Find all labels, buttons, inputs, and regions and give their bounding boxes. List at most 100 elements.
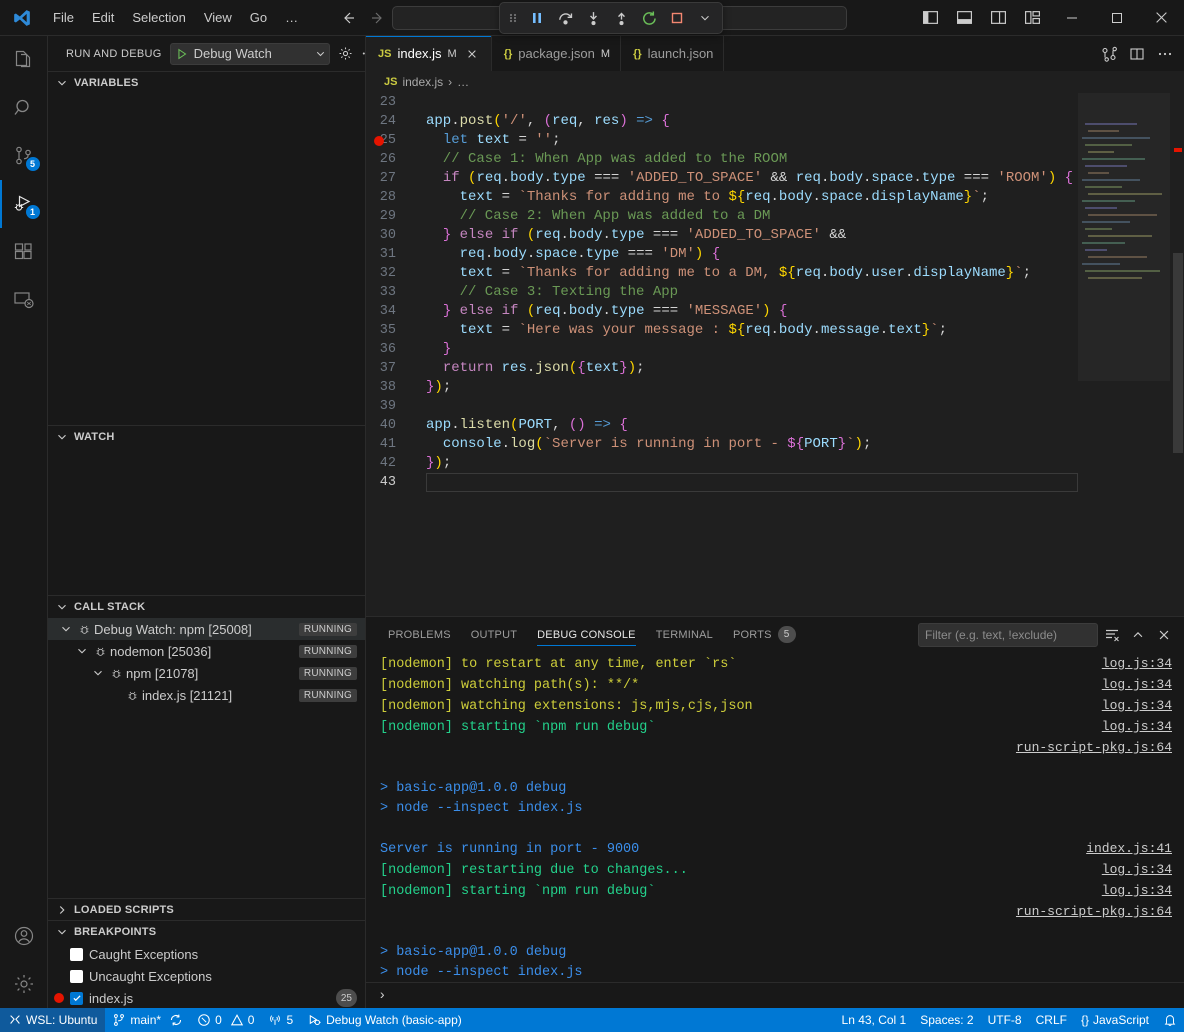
activitybar-item-source-control[interactable]: 5 (0, 132, 48, 180)
code-line[interactable]: 29 // Case 2: When App was added to a DM (366, 207, 1184, 226)
run-and-debug-icon[interactable] (1096, 41, 1122, 67)
arrow-right-icon[interactable] (365, 6, 391, 30)
activitybar-item-accounts[interactable] (0, 912, 48, 960)
status-problems[interactable]: 0 0 (190, 1008, 261, 1032)
console-source-link[interactable]: log.js:34 (1102, 717, 1172, 737)
code-line[interactable]: 28 text = `Thanks for adding me to ${req… (366, 188, 1184, 207)
stop-button[interactable] (664, 5, 690, 31)
bell-icon[interactable] (1156, 1008, 1184, 1032)
code-line[interactable]: 32 text = `Thanks for adding me to a DM,… (366, 264, 1184, 283)
launch-configuration-select[interactable]: Debug Watch (170, 43, 330, 65)
code-line[interactable]: 27 if (req.body.type === 'ADDED_TO_SPACE… (366, 169, 1184, 188)
minimap[interactable] (1078, 93, 1170, 616)
panel-tab-ports[interactable]: PORTS5 (723, 617, 806, 652)
panel-tab-terminal[interactable]: TERMINAL (646, 617, 723, 652)
console-source-link[interactable]: log.js:34 (1102, 881, 1172, 901)
pane-header-watch[interactable]: WATCH (48, 426, 365, 448)
breakpoint-checkbox[interactable] (70, 948, 83, 961)
activitybar-item-settings[interactable] (0, 960, 48, 1008)
breakpoint-checkbox[interactable] (70, 970, 83, 983)
code-line[interactable]: 35 text = `Here was your message : ${req… (366, 321, 1184, 340)
editor-scrollbar[interactable] (1170, 93, 1184, 616)
step-into-button[interactable] (580, 5, 606, 31)
code-line[interactable]: 30 } else if (req.body.type === 'ADDED_T… (366, 226, 1184, 245)
chevron-down-icon[interactable] (58, 621, 74, 637)
restart-button[interactable] (636, 5, 662, 31)
close-icon[interactable] (463, 45, 481, 63)
breakpoint-glyph[interactable] (374, 136, 384, 146)
breakpoint-checkbox[interactable] (70, 992, 83, 1005)
code-editor[interactable]: 23 24app.post('/', (req, res) => {25 let… (366, 93, 1184, 616)
console-source-link[interactable]: log.js:34 (1102, 860, 1172, 880)
breakpoint-row[interactable]: index.js25 (48, 987, 365, 1008)
maximize-button[interactable] (1094, 1, 1139, 35)
toggle-secondary-sidebar-icon[interactable] (981, 1, 1015, 35)
activitybar-item-run-and-debug[interactable]: 1 (0, 180, 48, 228)
breadcrumb-file[interactable]: index.js (402, 75, 443, 89)
call-stack-row[interactable]: npm [21078]RUNNING (48, 662, 365, 684)
menu-go[interactable]: Go (241, 6, 276, 29)
status-radio-tower[interactable]: 5 (261, 1008, 300, 1032)
toggle-primary-sidebar-icon[interactable] (913, 1, 947, 35)
panel-tab-problems[interactable]: PROBLEMS (378, 617, 461, 652)
breadcrumb[interactable]: JS index.js › … (366, 71, 1184, 93)
status-eol[interactable]: CRLF (1029, 1008, 1074, 1032)
activitybar-item-search[interactable] (0, 84, 48, 132)
editor-tab-launch-json[interactable]: {}launch.json (621, 36, 724, 71)
toggle-panel-icon[interactable] (947, 1, 981, 35)
status-branch[interactable]: main* (105, 1008, 190, 1032)
pause-button[interactable] (524, 5, 550, 31)
chevron-down-icon[interactable] (74, 643, 90, 659)
breadcrumb-tail[interactable]: … (457, 75, 469, 89)
console-source-link[interactable]: log.js:34 (1102, 696, 1172, 716)
editor-tab-package-json[interactable]: {}package.jsonM (492, 36, 621, 71)
code-line[interactable]: 34 } else if (req.body.type === 'MESSAGE… (366, 302, 1184, 321)
code-line[interactable]: 42}); (366, 454, 1184, 473)
console-filter-input[interactable]: Filter (e.g. text, !exclude) (918, 623, 1098, 647)
activitybar-item-remote-explorer[interactable] (0, 276, 48, 324)
panel-tab-output[interactable]: OUTPUT (461, 617, 527, 652)
chevron-down-icon[interactable] (314, 47, 327, 60)
code-line[interactable]: 41 console.log(`Server is running in por… (366, 435, 1184, 454)
drag-handle[interactable] (504, 10, 522, 26)
menu-view[interactable]: View (195, 6, 241, 29)
code-line[interactable]: 33 // Case 3: Texting the App (366, 283, 1184, 302)
more-actions-icon[interactable] (1152, 41, 1178, 67)
menu-edit[interactable]: Edit (83, 6, 123, 29)
sync-icon[interactable] (169, 1013, 183, 1027)
call-stack-row[interactable]: Debug Watch: npm [25008]RUNNING (48, 618, 365, 640)
status-debug-session[interactable]: Debug Watch (basic-app) (300, 1008, 469, 1032)
menu-selection[interactable]: Selection (123, 6, 194, 29)
call-stack-row[interactable]: nodemon [25036]RUNNING (48, 640, 365, 662)
status-language-mode[interactable]: {} JavaScript (1074, 1008, 1156, 1032)
play-icon[interactable] (175, 47, 189, 61)
status-indentation[interactable]: Spaces: 2 (913, 1008, 980, 1032)
activitybar-item-explorer[interactable] (0, 36, 48, 84)
call-stack-row[interactable]: index.js [21121]RUNNING (48, 684, 365, 706)
menu-more[interactable]: … (276, 6, 307, 29)
pane-header-variables[interactable]: VARIABLES (48, 72, 365, 94)
code-line[interactable]: 23 (366, 93, 1184, 112)
code-line[interactable]: 36 } (366, 340, 1184, 359)
console-source-link[interactable]: run-script-pkg.js:64 (1016, 902, 1172, 922)
customize-layout-icon[interactable] (1015, 1, 1049, 35)
editor-scroll-thumb[interactable] (1173, 253, 1183, 453)
collapse-panel-icon[interactable] (1126, 623, 1150, 647)
pane-header-call-stack[interactable]: CALL STACK (48, 596, 365, 618)
code-line[interactable]: 24app.post('/', (req, res) => { (366, 112, 1184, 131)
debug-console-output[interactable]: [nodemon] to restart at any time, enter … (366, 652, 1184, 982)
console-source-link[interactable]: run-script-pkg.js:64 (1016, 738, 1172, 758)
console-source-link[interactable]: log.js:34 (1102, 675, 1172, 695)
arrow-left-icon[interactable] (335, 6, 361, 30)
chevron-down-icon[interactable] (90, 665, 106, 681)
breakpoint-row[interactable]: Caught Exceptions (48, 943, 365, 965)
step-out-button[interactable] (608, 5, 634, 31)
code-line[interactable]: 37 return res.json({text}); (366, 359, 1184, 378)
activitybar-item-extensions[interactable] (0, 228, 48, 276)
pane-header-loaded-scripts[interactable]: LOADED SCRIPTS (48, 899, 365, 921)
pane-header-breakpoints[interactable]: BREAKPOINTS (48, 921, 365, 943)
close-panel-icon[interactable] (1152, 623, 1176, 647)
editor-tab-index-js[interactable]: JSindex.jsM (366, 36, 492, 71)
status-cursor-position[interactable]: Ln 43, Col 1 (835, 1008, 914, 1032)
debug-console-input[interactable]: › (366, 982, 1184, 1008)
